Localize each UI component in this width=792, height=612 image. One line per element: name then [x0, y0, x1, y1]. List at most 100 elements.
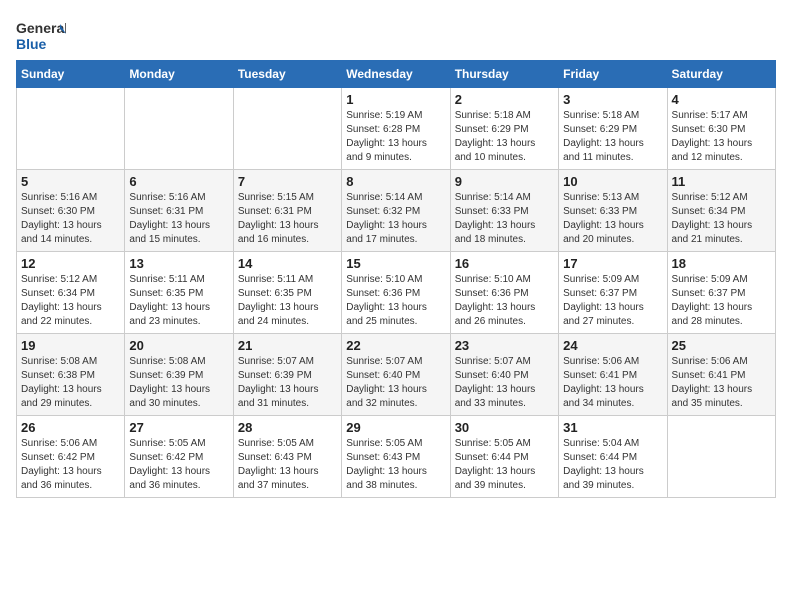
- calendar-cell: 29 Sunrise: 5:05 AM Sunset: 6:43 PM Dayli…: [342, 416, 450, 498]
- calendar-week-row: 19 Sunrise: 5:08 AM Sunset: 6:38 PM Dayli…: [17, 334, 776, 416]
- day-number: 29: [346, 420, 445, 435]
- day-number: 18: [672, 256, 771, 271]
- day-header-monday: Monday: [125, 61, 233, 88]
- calendar-cell: 18 Sunrise: 5:09 AM Sunset: 6:37 PM Dayli…: [667, 252, 775, 334]
- day-info: Sunrise: 5:11 AM Sunset: 6:35 PM Dayligh…: [238, 273, 337, 329]
- calendar-cell: [125, 88, 233, 170]
- day-number: 12: [21, 256, 120, 271]
- day-number: 15: [346, 256, 445, 271]
- day-number: 22: [346, 338, 445, 353]
- day-info: Sunrise: 5:07 AM Sunset: 6:40 PM Dayligh…: [346, 355, 445, 411]
- day-number: 10: [563, 174, 662, 189]
- calendar-week-row: 5 Sunrise: 5:16 AM Sunset: 6:30 PM Daylig…: [17, 170, 776, 252]
- day-info: Sunrise: 5:16 AM Sunset: 6:31 PM Dayligh…: [129, 191, 228, 247]
- day-info: Sunrise: 5:04 AM Sunset: 6:44 PM Dayligh…: [563, 437, 662, 493]
- calendar-cell: 16 Sunrise: 5:10 AM Sunset: 6:36 PM Dayli…: [450, 252, 558, 334]
- day-number: 26: [21, 420, 120, 435]
- day-number: 9: [455, 174, 554, 189]
- calendar-cell: 26 Sunrise: 5:06 AM Sunset: 6:42 PM Dayli…: [17, 416, 125, 498]
- calendar-cell: 28 Sunrise: 5:05 AM Sunset: 6:43 PM Dayli…: [233, 416, 341, 498]
- calendar-cell: 10 Sunrise: 5:13 AM Sunset: 6:33 PM Dayli…: [559, 170, 667, 252]
- day-number: 19: [21, 338, 120, 353]
- calendar-cell: 30Sunrise: 5:05 AM Sunset: 6:44 PM Dayli…: [450, 416, 558, 498]
- day-number: 2: [455, 92, 554, 107]
- calendar-cell: 23Sunrise: 5:07 AM Sunset: 6:40 PM Dayli…: [450, 334, 558, 416]
- day-info: Sunrise: 5:11 AM Sunset: 6:35 PM Dayligh…: [129, 273, 228, 329]
- day-info: Sunrise: 5:16 AM Sunset: 6:30 PM Dayligh…: [21, 191, 120, 247]
- day-number: 17: [563, 256, 662, 271]
- day-number: 28: [238, 420, 337, 435]
- calendar-table: SundayMondayTuesdayWednesdayThursdayFrid…: [16, 60, 776, 498]
- day-info: Sunrise: 5:05 AM Sunset: 6:42 PM Dayligh…: [129, 437, 228, 493]
- day-number: 6: [129, 174, 228, 189]
- calendar-cell: 25 Sunrise: 5:06 AM Sunset: 6:41 PM Dayli…: [667, 334, 775, 416]
- day-info: Sunrise: 5:06 AM Sunset: 6:42 PM Dayligh…: [21, 437, 120, 493]
- calendar-cell: 13 Sunrise: 5:11 AM Sunset: 6:35 PM Dayli…: [125, 252, 233, 334]
- day-number: 8: [346, 174, 445, 189]
- day-info: Sunrise: 5:09 AM Sunset: 6:37 PM Dayligh…: [672, 273, 771, 329]
- calendar-cell: 24 Sunrise: 5:06 AM Sunset: 6:41 PM Dayli…: [559, 334, 667, 416]
- calendar-cell: 17Sunrise: 5:09 AM Sunset: 6:37 PM Dayli…: [559, 252, 667, 334]
- day-info: Sunrise: 5:19 AM Sunset: 6:28 PM Dayligh…: [346, 109, 445, 165]
- day-number: 13: [129, 256, 228, 271]
- calendar-cell: 27 Sunrise: 5:05 AM Sunset: 6:42 PM Dayli…: [125, 416, 233, 498]
- day-number: 1: [346, 92, 445, 107]
- day-header-thursday: Thursday: [450, 61, 558, 88]
- day-info: Sunrise: 5:13 AM Sunset: 6:33 PM Dayligh…: [563, 191, 662, 247]
- day-info: Sunrise: 5:18 AM Sunset: 6:29 PM Dayligh…: [455, 109, 554, 165]
- svg-text:General: General: [16, 20, 66, 36]
- day-info: Sunrise: 5:14 AM Sunset: 6:33 PM Dayligh…: [455, 191, 554, 247]
- day-info: Sunrise: 5:06 AM Sunset: 6:41 PM Dayligh…: [672, 355, 771, 411]
- calendar-week-row: 12 Sunrise: 5:12 AM Sunset: 6:34 PM Dayli…: [17, 252, 776, 334]
- calendar-cell: [17, 88, 125, 170]
- calendar-cell: 14Sunrise: 5:11 AM Sunset: 6:35 PM Dayli…: [233, 252, 341, 334]
- calendar-cell: 12 Sunrise: 5:12 AM Sunset: 6:34 PM Dayli…: [17, 252, 125, 334]
- day-number: 27: [129, 420, 228, 435]
- day-info: Sunrise: 5:12 AM Sunset: 6:34 PM Dayligh…: [21, 273, 120, 329]
- day-info: Sunrise: 5:17 AM Sunset: 6:30 PM Dayligh…: [672, 109, 771, 165]
- calendar-cell: 2 Sunrise: 5:18 AM Sunset: 6:29 PM Daylig…: [450, 88, 558, 170]
- logo: GeneralBlue: [16, 16, 66, 56]
- day-number: 21: [238, 338, 337, 353]
- calendar-cell: 20Sunrise: 5:08 AM Sunset: 6:39 PM Dayli…: [125, 334, 233, 416]
- day-number: 4: [672, 92, 771, 107]
- day-header-sunday: Sunday: [17, 61, 125, 88]
- day-header-wednesday: Wednesday: [342, 61, 450, 88]
- calendar-cell: [233, 88, 341, 170]
- calendar-cell: 3 Sunrise: 5:18 AM Sunset: 6:29 PM Daylig…: [559, 88, 667, 170]
- header: GeneralBlue: [16, 16, 776, 56]
- day-info: Sunrise: 5:05 AM Sunset: 6:43 PM Dayligh…: [238, 437, 337, 493]
- logo-svg: GeneralBlue: [16, 16, 66, 56]
- day-number: 24: [563, 338, 662, 353]
- day-info: Sunrise: 5:05 AM Sunset: 6:43 PM Dayligh…: [346, 437, 445, 493]
- calendar-cell: 7Sunrise: 5:15 AM Sunset: 6:31 PM Daylig…: [233, 170, 341, 252]
- calendar-cell: 21 Sunrise: 5:07 AM Sunset: 6:39 PM Dayli…: [233, 334, 341, 416]
- calendar-week-row: 1 Sunrise: 5:19 AM Sunset: 6:28 PM Daylig…: [17, 88, 776, 170]
- day-number: 3: [563, 92, 662, 107]
- day-number: 5: [21, 174, 120, 189]
- calendar-cell: 19 Sunrise: 5:08 AM Sunset: 6:38 PM Dayli…: [17, 334, 125, 416]
- day-info: Sunrise: 5:10 AM Sunset: 6:36 PM Dayligh…: [346, 273, 445, 329]
- calendar-cell: 1 Sunrise: 5:19 AM Sunset: 6:28 PM Daylig…: [342, 88, 450, 170]
- day-number: 25: [672, 338, 771, 353]
- day-info: Sunrise: 5:05 AM Sunset: 6:44 PM Dayligh…: [455, 437, 554, 493]
- svg-text:Blue: Blue: [16, 36, 47, 52]
- day-info: Sunrise: 5:08 AM Sunset: 6:38 PM Dayligh…: [21, 355, 120, 411]
- day-header-friday: Friday: [559, 61, 667, 88]
- day-info: Sunrise: 5:12 AM Sunset: 6:34 PM Dayligh…: [672, 191, 771, 247]
- calendar-cell: 8 Sunrise: 5:14 AM Sunset: 6:32 PM Daylig…: [342, 170, 450, 252]
- day-info: Sunrise: 5:07 AM Sunset: 6:39 PM Dayligh…: [238, 355, 337, 411]
- day-info: Sunrise: 5:10 AM Sunset: 6:36 PM Dayligh…: [455, 273, 554, 329]
- calendar-week-row: 26 Sunrise: 5:06 AM Sunset: 6:42 PM Dayli…: [17, 416, 776, 498]
- calendar-cell: [667, 416, 775, 498]
- day-header-tuesday: Tuesday: [233, 61, 341, 88]
- day-info: Sunrise: 5:14 AM Sunset: 6:32 PM Dayligh…: [346, 191, 445, 247]
- calendar-cell: 11 Sunrise: 5:12 AM Sunset: 6:34 PM Dayli…: [667, 170, 775, 252]
- calendar-header-row: SundayMondayTuesdayWednesdayThursdayFrid…: [17, 61, 776, 88]
- day-info: Sunrise: 5:18 AM Sunset: 6:29 PM Dayligh…: [563, 109, 662, 165]
- day-info: Sunrise: 5:06 AM Sunset: 6:41 PM Dayligh…: [563, 355, 662, 411]
- day-number: 11: [672, 174, 771, 189]
- day-number: 16: [455, 256, 554, 271]
- calendar-cell: 6 Sunrise: 5:16 AM Sunset: 6:31 PM Daylig…: [125, 170, 233, 252]
- day-info: Sunrise: 5:08 AM Sunset: 6:39 PM Dayligh…: [129, 355, 228, 411]
